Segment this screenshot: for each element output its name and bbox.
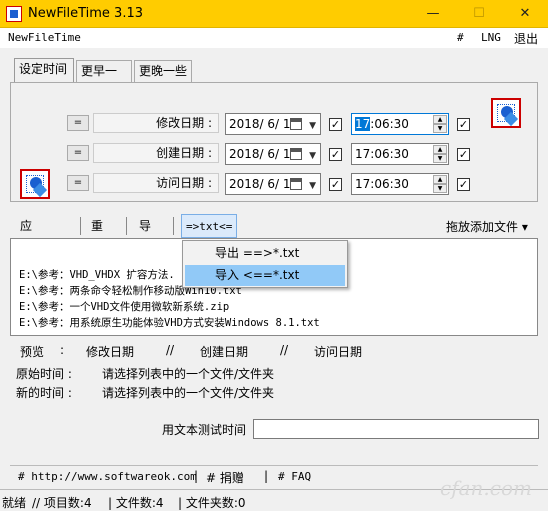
create-time-picker[interactable]: 17:06:30 ▲ ▼ [351, 143, 449, 165]
access-date-label: 访问日期 : [93, 173, 219, 193]
create-date-picker[interactable]: 2018/ 6/ 1 ▼ [225, 143, 321, 165]
status-folder-count: | 文件夹数:0 [178, 496, 246, 510]
menu-app-name[interactable]: NewFileTime [8, 31, 81, 44]
clock-hand-icon-right[interactable] [491, 98, 521, 128]
website-link[interactable]: # http://www.softwareok.com [18, 470, 197, 483]
preview-access-label: 访问日期 [314, 345, 363, 359]
modify-date-checkbox[interactable]: ✓ [329, 118, 342, 131]
status-item-count: // 项目数:4 [32, 496, 92, 510]
apply-time-button[interactable]: 应用时间 [20, 214, 32, 305]
list-item[interactable]: E:\参考：一个VHD文件使用微软新系统.zip [19, 299, 229, 314]
preview-modify-label: 修改日期 [86, 345, 135, 359]
toolbar-separator [173, 217, 174, 235]
new-time-value: 请选择列表中的一个文件/文件夹 [102, 386, 275, 400]
original-time-value: 请选择列表中的一个文件/文件夹 [102, 367, 275, 381]
test-time-input[interactable] [253, 419, 539, 439]
preview-create-label: 创建日期 [200, 345, 249, 359]
create-date-checkbox[interactable]: ✓ [329, 148, 342, 161]
clock-hand-icon-left[interactable] [20, 169, 50, 199]
toolbar-separator [126, 217, 127, 235]
status-ready: 就绪 [2, 496, 27, 510]
calendar-icon[interactable] [290, 178, 302, 190]
preview-label: 预览 [20, 345, 45, 359]
menu-item-import-txt[interactable]: 导入 <==*.txt [185, 265, 345, 286]
modify-equal-button[interactable]: = [67, 115, 89, 131]
window-title: NewFileTime 3.13 [28, 6, 144, 21]
txt-dropdown-menu: 导出 ==>*.txt 导入 <==*.txt [182, 240, 348, 288]
list-item[interactable]: E:\参考：用系统原生功能体验VHD方式安装Windows 8.1.txt [19, 315, 320, 330]
access-equal-button[interactable]: = [67, 175, 89, 191]
title-bar: NewFileTime 3.13 — ☐ ✕ [0, 0, 548, 28]
txt-menu-button[interactable]: =>txt<= [181, 214, 238, 238]
menu-bar: NewFileTime # LNG 退出 [0, 28, 548, 48]
create-time-checkbox[interactable]: ✓ [457, 148, 470, 161]
test-time-label: 用文本测试时间 [162, 423, 247, 437]
calendar-icon[interactable] [290, 148, 302, 160]
modify-date-label: 修改日期 : [93, 113, 219, 133]
close-button[interactable]: ✕ [502, 0, 548, 28]
watermark: cfan.com [440, 476, 532, 500]
menu-exit[interactable]: 退出 [514, 30, 538, 47]
chevron-down-icon[interactable]: ▼ [309, 116, 316, 136]
access-date-picker[interactable]: 2018/ 6/ 1 ▼ [225, 173, 321, 195]
app-icon [6, 6, 22, 22]
maximize-button[interactable]: ☐ [456, 0, 502, 28]
time-spinner[interactable]: ▲ ▼ [433, 145, 447, 163]
status-file-count: | 文件数:4 [108, 496, 164, 510]
menu-item-export-txt[interactable]: 导出 ==>*.txt [185, 243, 345, 264]
create-date-label: 创建日期 : [93, 143, 219, 163]
menu-language[interactable]: LNG [481, 31, 501, 44]
donate-link[interactable]: # 捐赠 [206, 469, 244, 486]
new-time-label: 新的时间 : [16, 386, 72, 400]
drag-add-files-button[interactable]: 拖放添加文件 ▾ [446, 218, 528, 235]
access-time-picker[interactable]: 17:06:30 ▲ ▼ [351, 173, 449, 195]
calendar-icon[interactable] [290, 118, 302, 130]
chevron-down-icon[interactable]: ▼ [309, 146, 316, 166]
reset-button[interactable]: 重置 [91, 214, 103, 257]
create-equal-button[interactable]: = [67, 145, 89, 161]
tab-set-time[interactable]: 设定时间 [14, 58, 74, 82]
access-time-checkbox[interactable]: ✓ [457, 178, 470, 191]
modify-time-checkbox[interactable]: ✓ [457, 118, 470, 131]
menu-hash[interactable]: # [457, 31, 464, 44]
toolbar-separator [80, 217, 81, 235]
tab-later[interactable]: 更晚一些 [134, 60, 192, 82]
time-spinner[interactable]: ▲ ▼ [433, 115, 447, 133]
import-button[interactable]: 导入 [139, 214, 151, 257]
modify-time-picker[interactable]: 17:06:30 ▲ ▼ [351, 113, 449, 135]
time-spinner[interactable]: ▲ ▼ [433, 175, 447, 193]
faq-link[interactable]: # FAQ [278, 470, 311, 483]
list-item[interactable]: E:\参考：VHD_VHDX 扩容方法. [19, 267, 175, 282]
minimize-button[interactable]: — [410, 0, 456, 28]
original-time-label: 原始时间 : [16, 367, 72, 381]
access-date-checkbox[interactable]: ✓ [329, 178, 342, 191]
modify-date-picker[interactable]: 2018/ 6/ 1 ▼ [225, 113, 321, 135]
tab-earlier[interactable]: 更早一些 [76, 60, 132, 98]
chevron-down-icon[interactable]: ▼ [309, 176, 316, 196]
